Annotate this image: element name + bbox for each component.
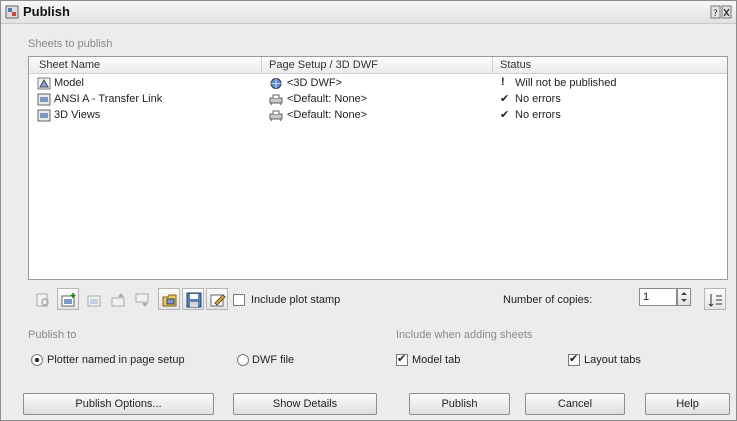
- remove-sheets-icon: [87, 295, 101, 307]
- move-down-button[interactable]: [131, 288, 153, 310]
- sheet-list[interactable]: Sheet Name Page Setup / 3D DWF Status Mo…: [28, 56, 728, 280]
- column-divider[interactable]: [261, 57, 262, 73]
- sheet-list-header: Sheet Name Page Setup / 3D DWF Status: [29, 57, 727, 74]
- layout-icon: [37, 93, 51, 106]
- status-cell: No errors: [515, 109, 561, 121]
- include-sheets-label: Include when adding sheets: [396, 329, 533, 341]
- move-up-button[interactable]: [107, 288, 129, 310]
- load-sheet-list-button[interactable]: [158, 288, 180, 310]
- preview-button[interactable]: [31, 288, 53, 310]
- sheet-name-cell: ANSI A - Transfer Link: [54, 93, 163, 105]
- collapse-details-button[interactable]: [704, 288, 726, 310]
- globe-icon: [270, 78, 282, 89]
- table-row[interactable]: Model <3D DWF> ! Will not be published: [29, 76, 727, 92]
- save-sheet-list-button[interactable]: [182, 288, 204, 310]
- spinner-arrows-icon: [681, 292, 687, 302]
- add-sheets-button[interactable]: [57, 288, 79, 310]
- help-button[interactable]: Help: [645, 393, 730, 415]
- column-page-setup[interactable]: Page Setup / 3D DWF: [269, 59, 378, 71]
- plotter-option-label: Plotter named in page setup: [47, 354, 185, 366]
- plotter-radio[interactable]: [31, 354, 43, 366]
- publish-button[interactable]: Publish: [409, 393, 510, 415]
- column-sheet-name[interactable]: Sheet Name: [39, 59, 100, 71]
- sheet-name-cell: 3D Views: [54, 109, 101, 121]
- load-list-icon: [162, 294, 177, 307]
- remove-sheets-button[interactable]: [83, 288, 105, 310]
- checkmark-icon: ✔: [500, 93, 510, 105]
- publish-to-label: Publish to: [28, 329, 77, 341]
- preview-icon: [36, 293, 49, 307]
- plot-stamp-icon: [210, 294, 226, 307]
- plotter-icon: [269, 110, 283, 122]
- include-plot-stamp-label: Include plot stamp: [251, 294, 341, 306]
- move-up-icon: [111, 293, 125, 307]
- layout-tabs-label: Layout tabs: [584, 354, 641, 366]
- include-plot-stamp-checkbox[interactable]: [233, 294, 245, 306]
- window-title: Publish: [23, 4, 70, 19]
- copies-input[interactable]: 1: [639, 288, 677, 306]
- svg-text:?: ?: [713, 9, 718, 19]
- sheets-group-label: Sheets to publish: [28, 38, 113, 50]
- move-down-icon: [135, 293, 149, 307]
- plot-stamp-settings-button[interactable]: [206, 288, 228, 310]
- model-tab-checkbox[interactable]: ✔: [396, 353, 408, 366]
- page-setup-cell: <Default: None>: [287, 109, 368, 121]
- exclamation-icon: !: [501, 76, 505, 88]
- collapse-icon: [708, 294, 722, 307]
- save-icon: [186, 292, 202, 308]
- model-tab-label: Model tab: [412, 354, 461, 366]
- publish-app-icon: [5, 5, 19, 19]
- copies-label: Number of copies:: [503, 294, 593, 306]
- table-row[interactable]: ANSI A - Transfer Link <Default: None> ✔…: [29, 92, 727, 108]
- title-bar: Publish ?: [1, 1, 736, 24]
- page-setup-cell: <Default: None>: [287, 93, 368, 105]
- column-status[interactable]: Status: [500, 59, 531, 71]
- dwf-file-radio[interactable]: [237, 354, 249, 366]
- copies-spinner[interactable]: [677, 288, 691, 306]
- show-details-button[interactable]: Show Details: [233, 393, 377, 415]
- plotter-icon: [269, 94, 283, 106]
- layout-tabs-checkbox[interactable]: ✔: [568, 353, 580, 366]
- checkmark-icon: ✔: [500, 109, 510, 121]
- page-setup-cell: <3D DWF>: [287, 77, 343, 89]
- publish-options-button[interactable]: Publish Options...: [23, 393, 214, 415]
- model-icon: [37, 77, 51, 90]
- table-row[interactable]: 3D Views <Default: None> ✔ No errors: [29, 108, 727, 124]
- status-cell: No errors: [515, 93, 561, 105]
- add-sheets-icon: [61, 293, 76, 307]
- cancel-button[interactable]: Cancel: [525, 393, 625, 415]
- status-cell: Will not be published: [515, 77, 617, 89]
- help-icon[interactable]: ?: [710, 5, 732, 19]
- sheet-name-cell: Model: [54, 77, 84, 89]
- publish-dialog: Publish ? Sheets to publish Sheet Name P…: [0, 0, 737, 421]
- layout-icon: [37, 109, 51, 122]
- column-divider[interactable]: [492, 57, 493, 73]
- dwf-option-label: DWF file: [252, 354, 295, 366]
